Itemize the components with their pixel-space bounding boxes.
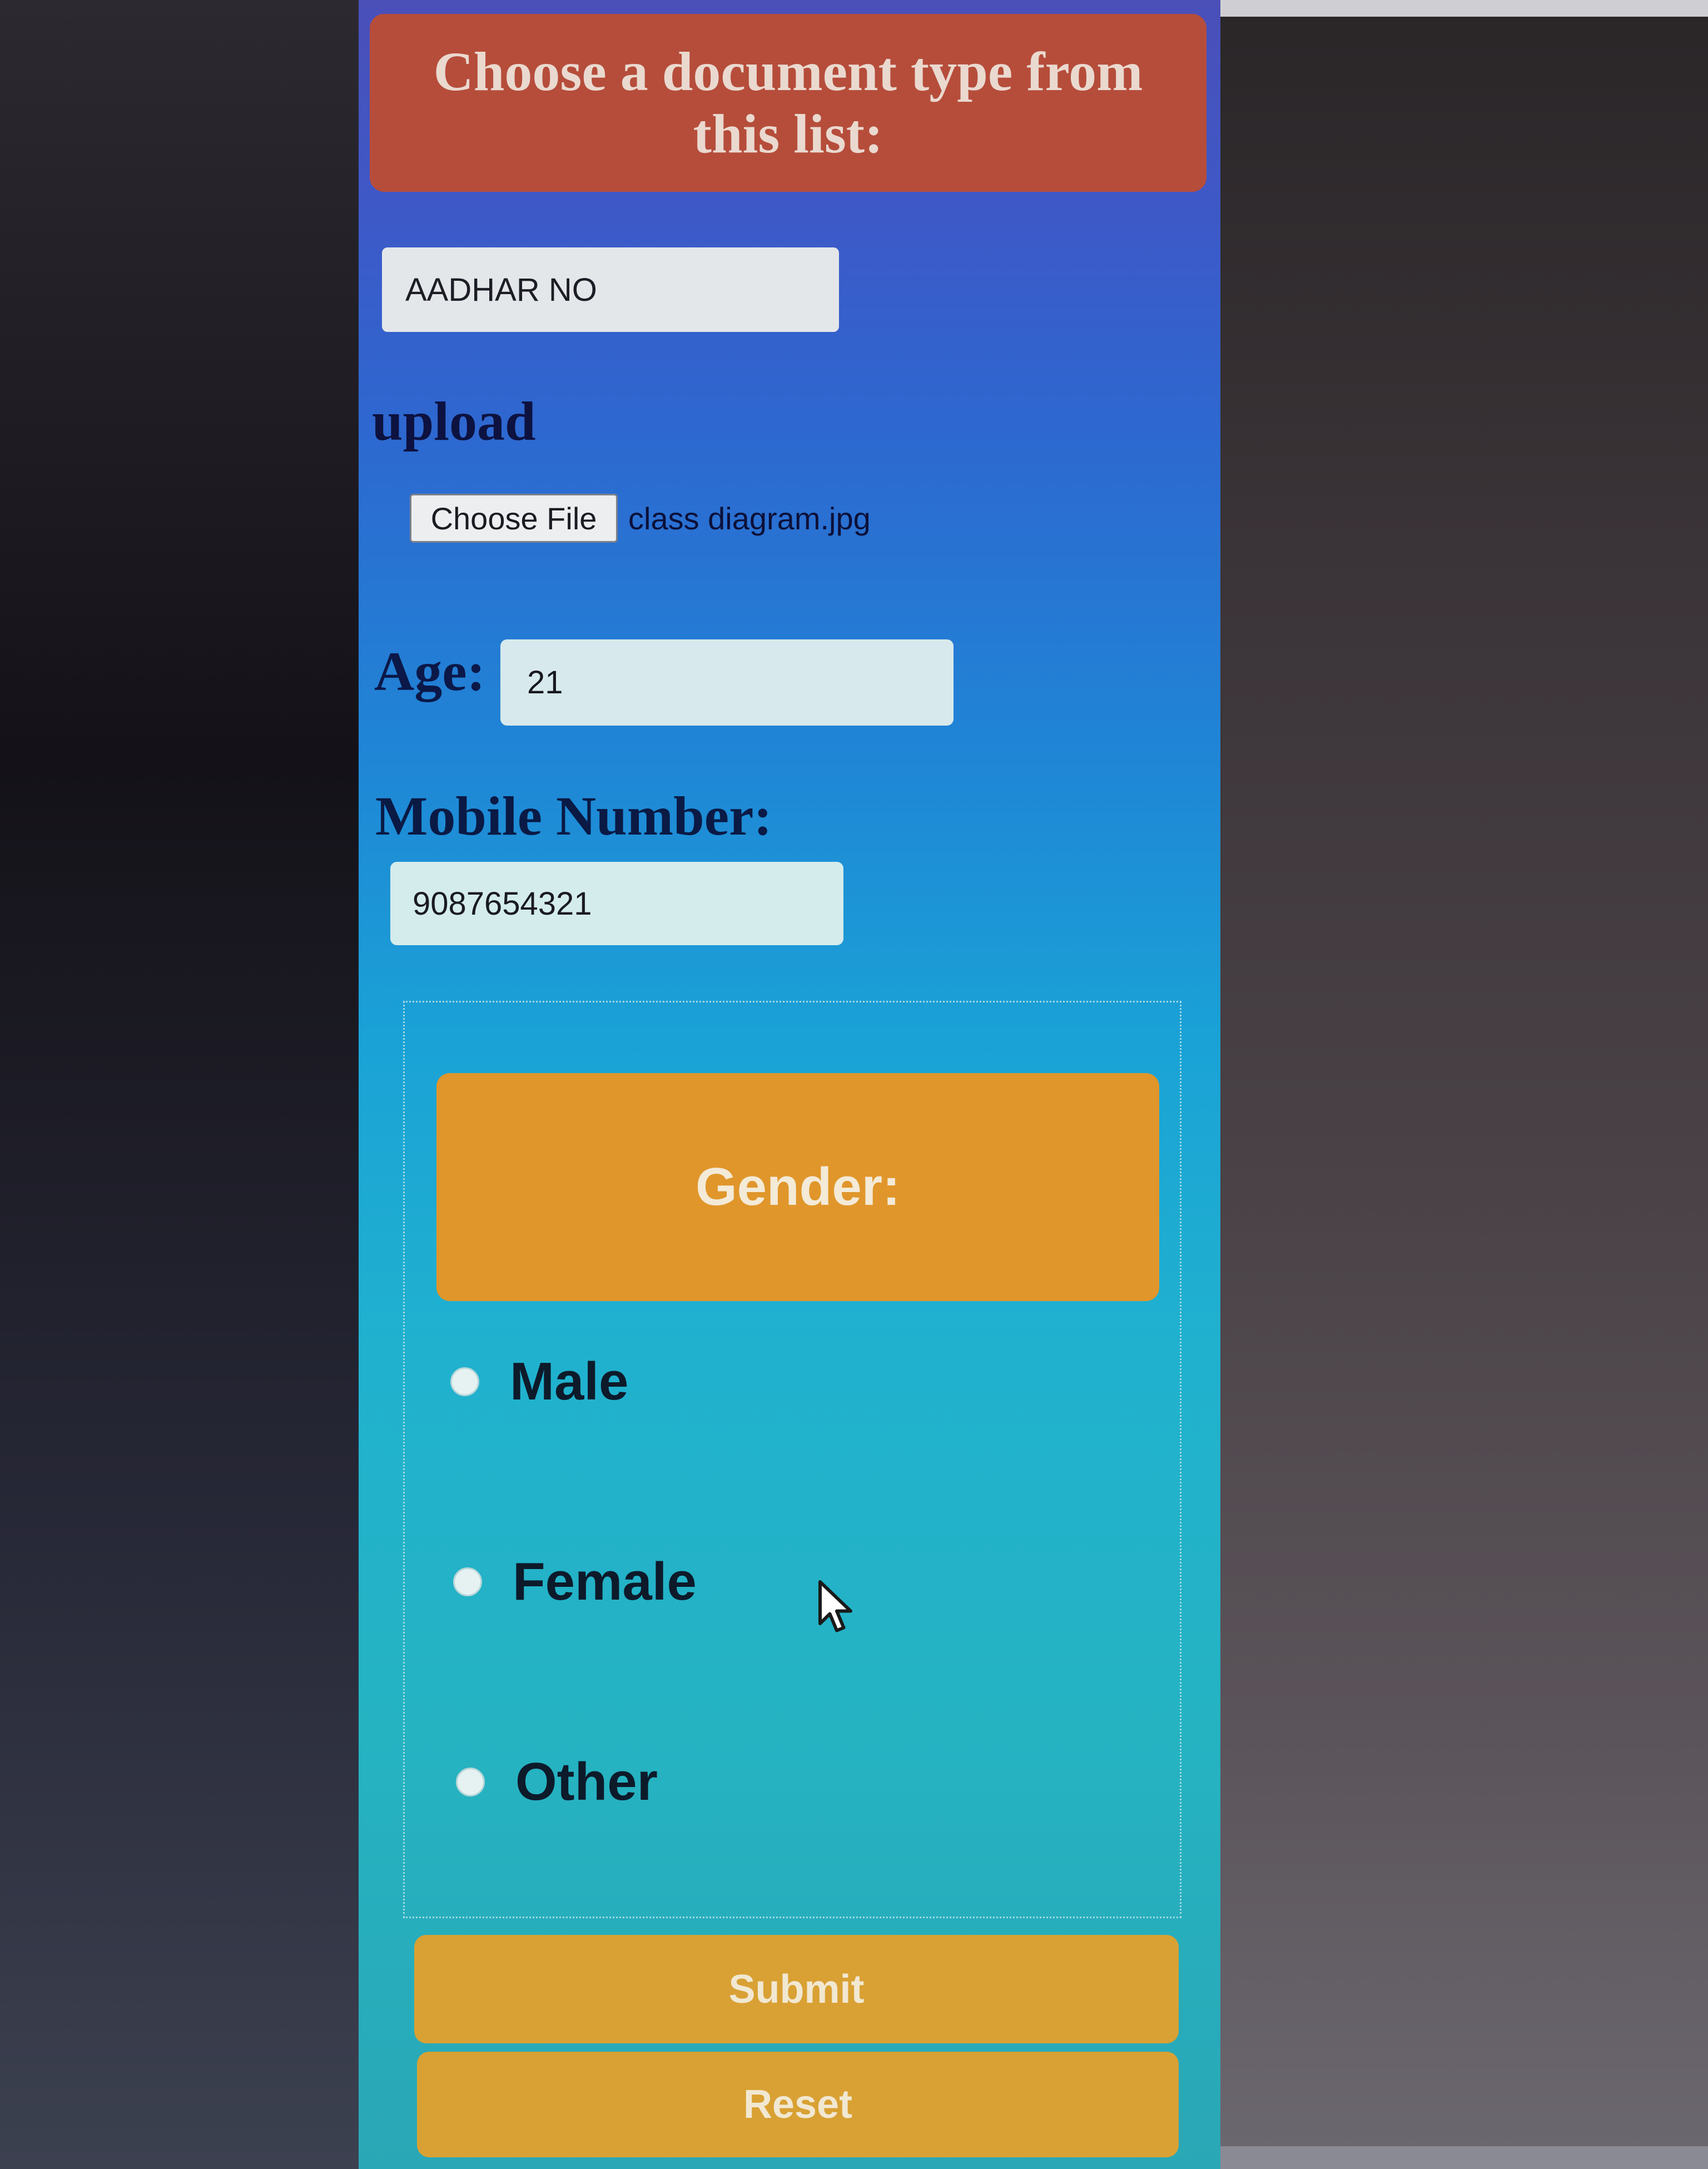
radio-female[interactable] (453, 1567, 482, 1596)
mouse-pointer-icon (818, 1580, 852, 1632)
choose-file-button[interactable]: Choose File (410, 494, 618, 543)
radio-male[interactable] (450, 1367, 479, 1396)
submit-button[interactable]: Submit (414, 1935, 1179, 2043)
age-input[interactable]: 21 (500, 639, 954, 726)
gender-option-other[interactable]: Other (456, 1751, 658, 1813)
reset-button[interactable]: Reset (417, 2052, 1179, 2157)
screen-bottom-edge (1218, 2146, 1708, 2169)
document-type-select[interactable]: AADHAR NO (382, 247, 839, 332)
selected-file-name: class diagram.jpg (628, 501, 871, 536)
upload-label: upload (372, 390, 536, 452)
radio-label-male: Male (510, 1352, 629, 1411)
gender-option-female[interactable]: Female (453, 1551, 697, 1612)
gender-header: Gender: (436, 1073, 1159, 1301)
page-title-box: Choose a document type from this list: (370, 14, 1206, 192)
radio-label-female: Female (513, 1552, 697, 1611)
form-panel: Choose a document type from this list: A… (359, 0, 1220, 2169)
photo-background-right (1218, 0, 1708, 2169)
page-title: Choose a document type from this list: (433, 41, 1143, 165)
radio-label-other: Other (515, 1752, 658, 1811)
mobile-number-label: Mobile Number: (375, 785, 772, 847)
age-label: Age: (374, 641, 485, 702)
photo-background-left (0, 0, 361, 2169)
screen-top-edge (1218, 0, 1708, 17)
mobile-number-input[interactable]: 9087654321 (390, 862, 843, 945)
radio-other[interactable] (456, 1768, 485, 1796)
gender-option-male[interactable]: Male (450, 1351, 628, 1412)
